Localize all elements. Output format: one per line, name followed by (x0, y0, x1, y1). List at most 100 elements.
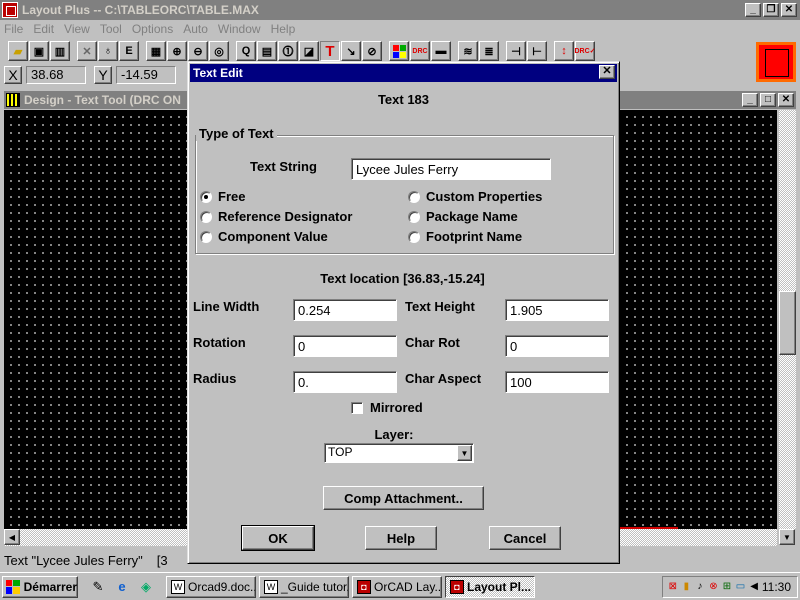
network-icon[interactable]: ⊞ (721, 581, 733, 593)
radio-package-name[interactable]: Package Name (408, 209, 518, 224)
design-window-title: Design - Text Tool (DRC ON (24, 93, 181, 107)
start-button[interactable]: Démarrer (2, 575, 78, 598)
dialog-title-bar: Text Edit (190, 64, 617, 82)
color-icon[interactable] (389, 41, 409, 61)
menu-edit[interactable]: Edit (33, 22, 54, 36)
save-icon[interactable]: ▣ (29, 41, 49, 61)
char-aspect-label: Char Aspect (405, 371, 482, 386)
error-icon[interactable]: ⊘ (362, 41, 382, 61)
delete-icon[interactable]: ✕ (77, 41, 97, 61)
start-label: Démarrer (23, 579, 77, 594)
menu-auto[interactable]: Auto (183, 22, 208, 36)
radio-component-value[interactable]: Component Value (200, 229, 328, 244)
layer-select[interactable]: TOP ▼ (324, 443, 474, 463)
dimension-icon[interactable]: ↘ (341, 41, 361, 61)
internet-explorer-icon[interactable]: e (112, 577, 132, 597)
char-aspect-input[interactable] (505, 371, 609, 393)
cancel-button[interactable]: Cancel (489, 526, 561, 550)
design-icon[interactable] (6, 93, 20, 107)
close-button[interactable]: ✕ (781, 3, 797, 17)
radio-footprint-name[interactable]: Footprint Name (408, 229, 522, 244)
text-tool-icon[interactable]: T (320, 41, 340, 61)
minimize-button[interactable]: _ (745, 3, 761, 17)
design-maximize-button[interactable]: □ (760, 93, 776, 107)
online-drc-icon[interactable]: ↕ (554, 41, 574, 61)
sound-icon[interactable]: ♪ (694, 581, 706, 593)
menu-view[interactable]: View (64, 22, 90, 36)
chevron-down-icon[interactable]: ▼ (457, 445, 472, 461)
edit-icon[interactable]: E (119, 41, 139, 61)
desktop-icon[interactable]: ✎ (88, 577, 108, 597)
type-of-text-legend: Type of Text (196, 126, 277, 141)
task-button-orcad-layout[interactable]: ◘ OrCAD Lay... (352, 575, 442, 598)
rotation-input[interactable] (293, 335, 397, 357)
scheduler-icon[interactable]: ⊠ (667, 581, 679, 593)
menu-window[interactable]: Window (218, 22, 261, 36)
zoom-all-icon[interactable]: ◎ (209, 41, 229, 61)
spreadsheet-icon[interactable]: ▦ (146, 41, 166, 61)
library-icon[interactable]: ▥ (50, 41, 70, 61)
scroll-left-button[interactable]: ◀ (4, 529, 20, 545)
task-button-orcad9-doc[interactable]: W Orcad9.doc... (166, 575, 256, 598)
y-coord-label: Y (94, 66, 112, 84)
line-width-input[interactable] (293, 299, 397, 321)
volume-icon[interactable]: ◀ (748, 581, 760, 593)
task-button-guide-tutor[interactable]: W _Guide tutor... (259, 575, 349, 598)
mirrored-label: Mirrored (370, 400, 423, 415)
text-edit-dialog: Text Edit ✕ Text 183 Type of Text Text S… (187, 61, 620, 564)
dialog-close-button[interactable]: ✕ (599, 65, 615, 79)
layout-app-icon[interactable] (2, 2, 18, 18)
layer-label: Layer: (374, 427, 414, 442)
menu-tool[interactable]: Tool (100, 22, 122, 36)
radio-component-value-indicator (200, 230, 212, 243)
query-icon[interactable]: Q (236, 41, 256, 61)
help-button[interactable]: Help (365, 526, 437, 550)
text-height-input[interactable] (505, 299, 609, 321)
zoom-in-icon[interactable]: ⊕ (167, 41, 187, 61)
design-close-button[interactable]: ✕ (778, 93, 794, 107)
find-icon[interactable]: ♁ (98, 41, 118, 61)
obstacle-icon[interactable]: ◪ (299, 41, 319, 61)
comp-attachment-button[interactable]: Comp Attachment.. (323, 486, 484, 510)
rotation-label: Rotation (193, 335, 246, 350)
component-icon[interactable]: ▤ (257, 41, 277, 61)
radio-custom-properties[interactable]: Custom Properties (408, 189, 542, 204)
layers-icon[interactable]: ▬ (431, 41, 451, 61)
display-icon[interactable]: ▭ (735, 581, 747, 593)
x-coord-value: 38.68 (26, 66, 86, 84)
radio-footprint-name-indicator (408, 230, 420, 243)
route-icon[interactable]: ≋ (458, 41, 478, 61)
task-label: _Guide tutor... (281, 579, 349, 594)
radio-custom-properties-indicator (408, 190, 420, 203)
mirrored-checkbox[interactable]: Mirrored (351, 400, 423, 415)
open-icon[interactable]: ▰ (8, 41, 28, 61)
char-rot-input[interactable] (505, 335, 609, 357)
status-text: Text "Lycee Jules Ferry" (4, 552, 143, 568)
design-minimize-button[interactable]: _ (742, 93, 758, 107)
drc-check-icon[interactable]: DRC✓ (574, 41, 596, 61)
battery-icon[interactable]: ▮ (681, 581, 693, 593)
clock: 11:30 (761, 580, 791, 594)
radius-input[interactable] (293, 371, 397, 393)
layer-select-value: TOP (328, 445, 353, 459)
restore-button[interactable]: ❐ (763, 3, 779, 17)
zoom-out-icon[interactable]: ⊖ (188, 41, 208, 61)
vertical-scroll-thumb[interactable] (779, 291, 796, 355)
scroll-down-button[interactable]: ▼ (779, 529, 795, 545)
ok-button[interactable]: OK (241, 525, 315, 551)
antivirus-icon[interactable]: ⊗ (708, 581, 720, 593)
text-string-input[interactable] (351, 158, 551, 180)
radio-reference-designator[interactable]: Reference Designator (200, 209, 352, 224)
shove-icon[interactable]: ≣ (479, 41, 499, 61)
task-button-layout-plus[interactable]: ◘ Layout Pl... (445, 575, 535, 598)
menu-help[interactable]: Help (271, 22, 296, 36)
drc-icon[interactable]: DRC (410, 41, 430, 61)
orcad-icon: ◘ (357, 579, 371, 594)
connection-icon[interactable]: ⊣ (506, 41, 526, 61)
menu-file[interactable]: File (4, 22, 23, 36)
radio-free[interactable]: Free (200, 189, 245, 204)
pin-icon[interactable]: ⓵ (278, 41, 298, 61)
edit-segment-icon[interactable]: ⊢ (527, 41, 547, 61)
channels-icon[interactable]: ◈ (136, 577, 156, 597)
menu-options[interactable]: Options (132, 22, 173, 36)
